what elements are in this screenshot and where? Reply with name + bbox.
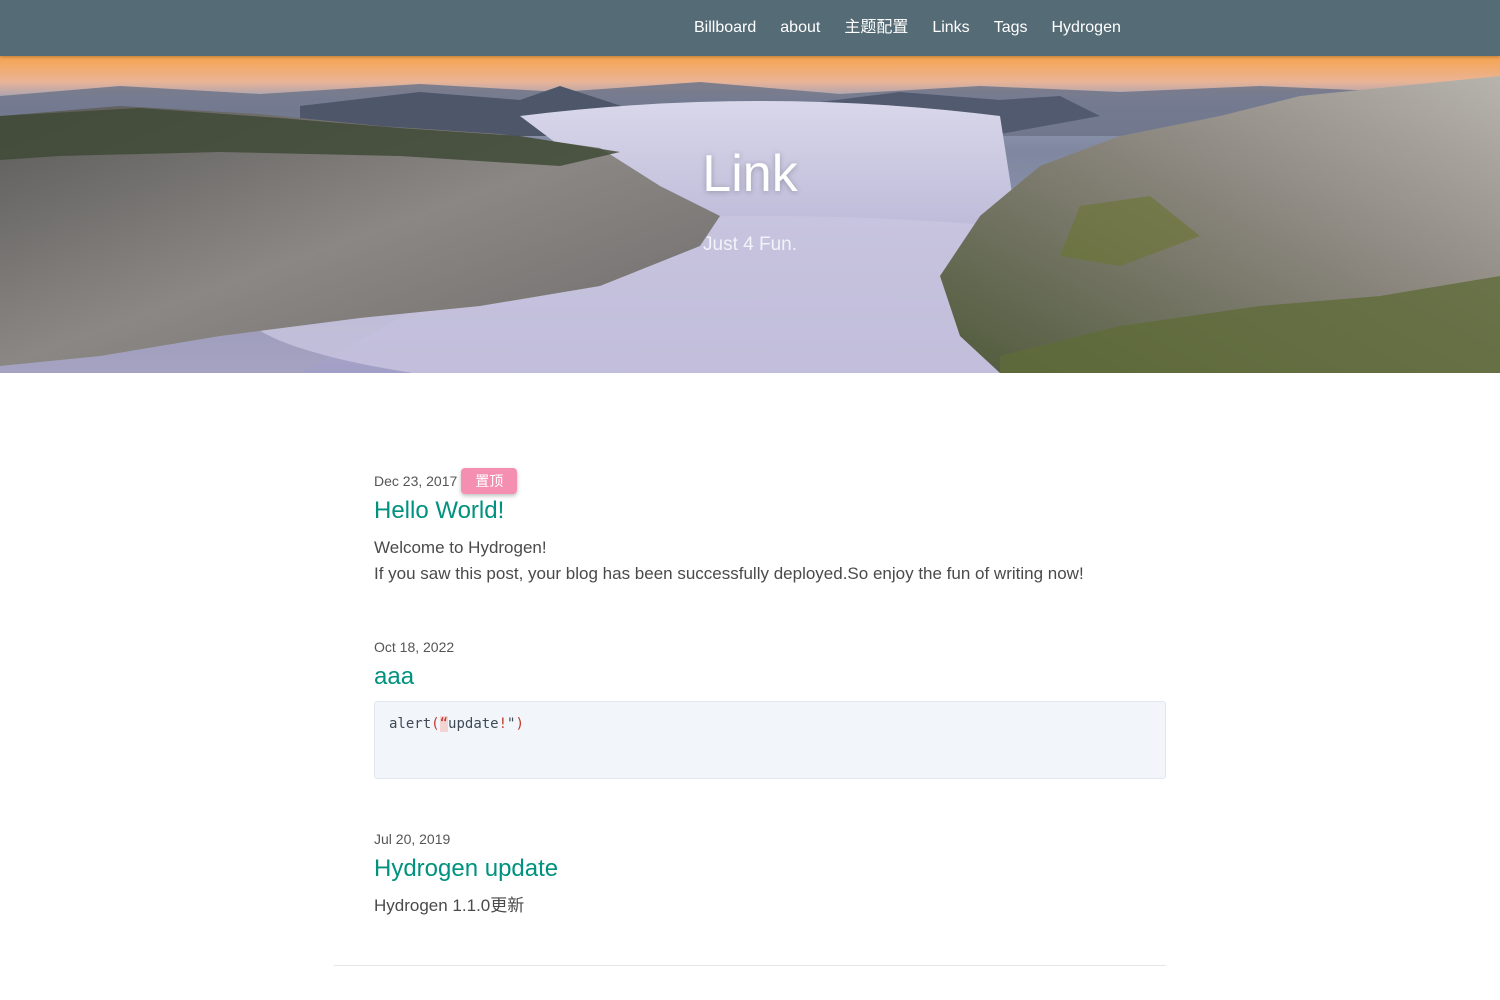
hero-banner: Link Just 4 Fun. — [0, 56, 1500, 373]
nav-item-theme-config[interactable]: 主题配置 — [832, 0, 920, 56]
code-text: update — [448, 716, 499, 732]
post-excerpt: Hydrogen 1.1.0更新 — [374, 893, 1166, 919]
post-date: Jul 20, 2019 — [374, 831, 451, 847]
post-title-link[interactable]: Hydrogen update — [374, 855, 1166, 883]
post-excerpt: Welcome to Hydrogen! If you saw this pos… — [374, 535, 1166, 587]
nav-item-about[interactable]: about — [768, 0, 832, 56]
pinned-badge: 置顶 — [461, 468, 518, 494]
hero-landscape-image — [0, 56, 1500, 373]
excerpt-line: Welcome to Hydrogen! — [374, 538, 547, 557]
post-item: Dec 23, 2017 置顶 Hello World! Welcome to … — [374, 467, 1166, 587]
post-list: Dec 23, 2017 置顶 Hello World! Welcome to … — [0, 373, 1500, 1000]
top-navbar: Billboard about 主题配置 Links Tags Hydrogen — [0, 0, 1500, 56]
code-paren-close: ) — [515, 716, 524, 732]
code-block: alert(“update!") — [374, 701, 1166, 779]
post-title-link[interactable]: aaa — [374, 663, 1166, 691]
post-date: Oct 18, 2022 — [374, 639, 455, 655]
nav-item-tags[interactable]: Tags — [982, 0, 1040, 56]
code-paren-open: ( — [431, 716, 440, 732]
excerpt-line: If you saw this post, your blog has been… — [374, 564, 1084, 583]
post-meta: Jul 20, 2019 — [374, 825, 1166, 853]
post-item: Oct 18, 2022 aaa alert(“update!") — [374, 633, 1166, 779]
post-meta: Dec 23, 2017 置顶 — [374, 467, 1166, 495]
code-bang: ! — [498, 716, 508, 732]
post-item: Jul 20, 2019 Hydrogen update Hydrogen 1.… — [374, 825, 1166, 919]
post-date: Dec 23, 2017 — [374, 473, 458, 489]
nav-item-links[interactable]: Links — [920, 0, 981, 56]
nav-menu: Billboard about 主题配置 Links Tags Hydrogen — [682, 0, 1133, 56]
page-subtitle: Just 4 Fun. — [703, 234, 797, 255]
post-meta: Oct 18, 2022 — [374, 633, 1166, 661]
post-title-link[interactable]: Hello World! — [374, 497, 1166, 525]
code-fn: alert — [389, 716, 432, 732]
code-quote-open: “ — [439, 716, 449, 732]
excerpt-line: Hydrogen 1.1.0更新 — [374, 896, 525, 915]
nav-item-hydrogen[interactable]: Hydrogen — [1039, 0, 1132, 56]
nav-item-billboard[interactable]: Billboard — [682, 0, 768, 56]
page-title: Link — [702, 145, 798, 203]
list-divider — [334, 965, 1166, 966]
